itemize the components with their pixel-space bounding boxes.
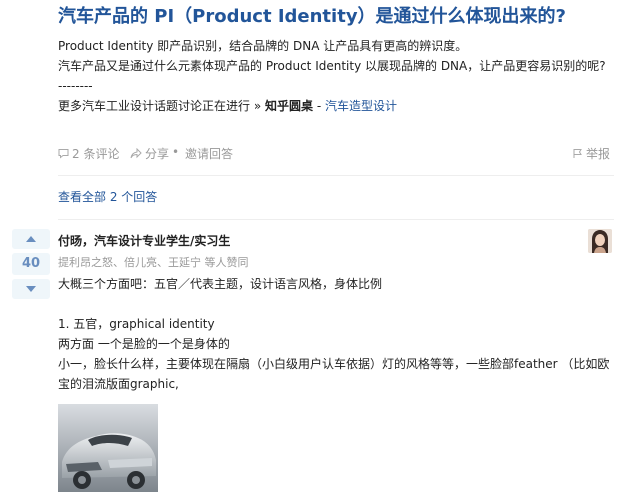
invite-answer-link[interactable]: 邀请回答 (185, 145, 233, 162)
vote-box: 40 (12, 229, 50, 299)
answer-voters[interactable]: 提利昂之怒、倍儿亮、王延宁 等人赞同 (58, 254, 249, 270)
vote-count: 40 (12, 253, 50, 275)
comments-label: 2 条评论 (72, 147, 120, 161)
answer-line-2 (58, 294, 618, 314)
roundtable-separator: - (313, 99, 325, 113)
downvote-button[interactable] (12, 279, 50, 299)
roundtable-line: 更多汽车工业设计话题讨论正在进行 » 知乎圆桌 - 汽车造型设计 (58, 96, 618, 116)
avatar-image (588, 229, 612, 253)
divider (58, 175, 614, 176)
answer-author[interactable]: 付旸，汽车设计专业学生/实习生 (58, 232, 230, 249)
detail-line-1: Product Identity 即产品识别，结合品牌的 DNA 让产品具有更高… (58, 39, 468, 53)
question-meta-bar: 2 条评论 分享 • 邀请回答 举报 (58, 145, 614, 163)
roundtable-topic-link[interactable]: 汽车造型设计 (325, 99, 397, 113)
flag-icon (573, 149, 582, 158)
view-all-answers-link[interactable]: 查看全部 2 个回答 (58, 188, 157, 205)
avatar[interactable] (588, 229, 612, 253)
share-icon (130, 148, 142, 159)
meta-dot: • (172, 145, 180, 159)
roundtable-prefix: 更多汽车工业设计话题讨论正在进行 » (58, 99, 265, 113)
question-detail: Product Identity 即产品识别，结合品牌的 DNA 让产品具有更高… (58, 36, 618, 116)
answer-line-4: 两方面 一个是脸的一个是身体的 (58, 337, 230, 351)
answer-body: 大概三个方面吧：五官／代表主题，设计语言风格，身体比例 1. 五官，graphi… (58, 274, 618, 394)
answer-line-1: 大概三个方面吧：五官／代表主题，设计语言风格，身体比例 (58, 277, 383, 291)
roundtable-name[interactable]: 知乎圆桌 (265, 99, 313, 113)
share-link[interactable]: 分享 (130, 145, 169, 162)
answer-line-5: 小一，脸长什么样，主要体现在隔扇（小白级用户认车依据）灯的风格等等，一些脸部fe… (58, 357, 610, 391)
car-image (58, 404, 158, 492)
report-link[interactable]: 举报 (572, 145, 610, 162)
caret-up-icon (26, 236, 36, 242)
report-label: 举报 (586, 147, 611, 161)
detail-line-2: 汽车产品又是通过什么元素体现产品的 Product Identity 以展现品牌… (58, 59, 606, 73)
share-label: 分享 (145, 147, 170, 161)
car-photo[interactable] (58, 404, 158, 492)
comment-icon (58, 149, 69, 159)
caret-down-icon (26, 286, 36, 292)
upvote-button[interactable] (12, 229, 50, 249)
question-title[interactable]: 汽车产品的 PI（Product Identity）是通过什么体现出来的? (58, 4, 566, 30)
divider (58, 219, 614, 220)
comments-link[interactable]: 2 条评论 (58, 145, 119, 162)
answer-line-3: 1. 五官，graphical identity (58, 317, 215, 331)
detail-line-3: -------- (58, 79, 93, 93)
